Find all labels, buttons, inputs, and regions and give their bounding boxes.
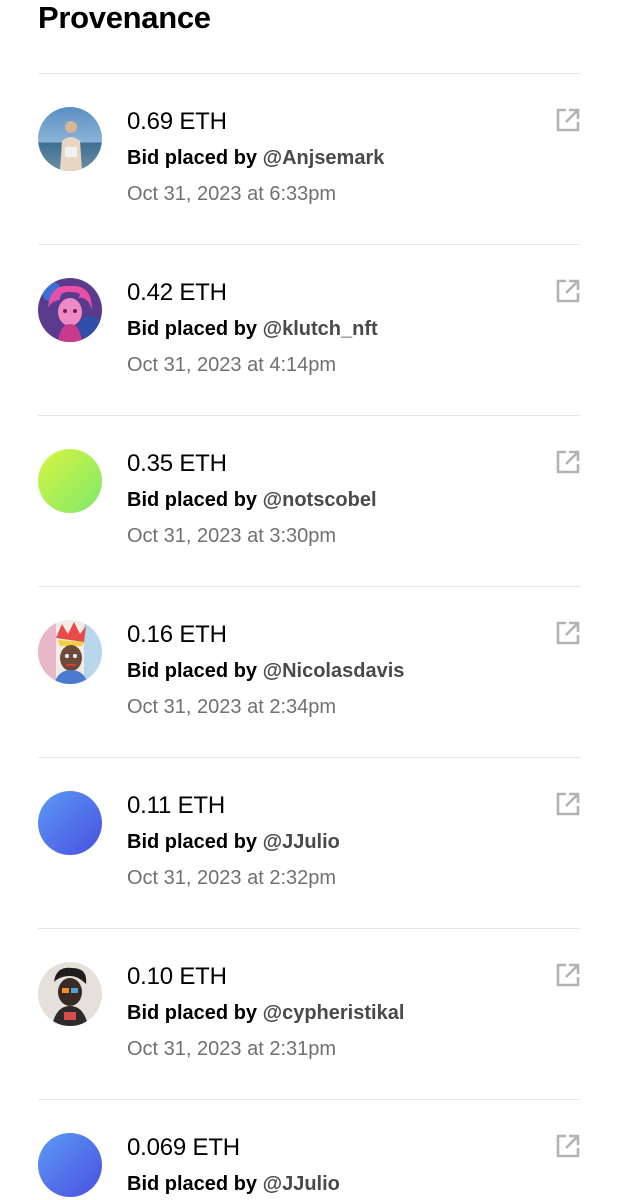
avatar-pink-hair-character-icon [38,278,102,342]
bid-date: Oct 31, 2023 at 4:14pm [127,354,337,376]
bidder-username[interactable]: @cypheristikal [263,1002,405,1024]
bid-prefix: Bid placed by [127,831,258,853]
avatar[interactable] [38,1133,102,1197]
avatar-lime-gradient-icon [38,449,102,513]
bid-line: Bid placed by @Nicolasdavis [127,658,404,684]
bid-amount: 0.16 ETH [127,621,227,648]
bid-prefix: Bid placed by [127,1002,258,1024]
external-link-icon [556,450,580,474]
avatar[interactable] [38,278,102,342]
bid-amount: 0.069 ETH [127,1134,240,1161]
bidder-username[interactable]: @JJulio [263,1173,340,1195]
bid-amount: 0.42 ETH [127,279,227,306]
page-title: Provenance [38,0,211,35]
bid-date: Oct 31, 2023 at 3:30pm [127,525,337,547]
provenance-entry: 0.42 ETH Bid placed by @klutch_nft Oct 3… [0,245,618,416]
external-link-icon [556,792,580,816]
bid-prefix: Bid placed by [127,660,258,682]
provenance-entry: 0.16 ETH Bid placed by @Nicolasdavis Oct… [0,587,618,758]
bidder-username[interactable]: @JJulio [263,831,340,853]
avatar-blue-gradient-icon [38,1133,102,1197]
bid-prefix: Bid placed by [127,147,258,169]
provenance-entry: 0.11 ETH Bid placed by @JJulio Oct 31, 2… [0,758,618,929]
avatar-dark-art-character-icon [38,962,102,1026]
provenance-entry: 0.10 ETH Bid placed by @cypheristikal Oc… [0,929,618,1100]
external-link-button[interactable] [554,448,582,476]
external-link-button[interactable] [554,790,582,818]
bidder-username[interactable]: @notscobel [263,489,377,511]
bidder-username[interactable]: @klutch_nft [263,318,378,340]
bid-line: Bid placed by @cypheristikal [127,1000,404,1026]
bid-prefix: Bid placed by [127,489,258,511]
provenance-entry: 0.069 ETH Bid placed by @JJulio [0,1100,618,1200]
external-link-button[interactable] [554,619,582,647]
bidder-username[interactable]: @Nicolasdavis [263,660,405,682]
avatar[interactable] [38,107,102,171]
external-link-button[interactable] [554,277,582,305]
bidder-username[interactable]: @Anjsemark [263,147,385,169]
avatar-blue-gradient-icon [38,791,102,855]
external-link-button[interactable] [554,1132,582,1160]
avatar-photo-man-beach-icon [38,107,102,171]
bid-date: Oct 31, 2023 at 2:31pm [127,1038,337,1060]
avatar[interactable] [38,620,102,684]
external-link-icon [556,108,580,132]
provenance-entry: 0.69 ETH Bid placed by @Anjsemark Oct 31… [0,74,618,245]
bid-line: Bid placed by @Anjsemark [127,145,384,171]
bid-amount: 0.11 ETH [127,792,225,819]
bid-amount: 0.35 ETH [127,450,227,477]
bid-amount: 0.69 ETH [127,108,227,135]
bid-date: Oct 31, 2023 at 2:32pm [127,867,337,889]
bid-prefix: Bid placed by [127,1173,258,1195]
bid-prefix: Bid placed by [127,318,258,340]
external-link-icon [556,279,580,303]
bid-line: Bid placed by @notscobel [127,487,377,513]
external-link-icon [556,1134,580,1158]
bid-line: Bid placed by @JJulio [127,1171,340,1197]
bid-date: Oct 31, 2023 at 2:34pm [127,696,337,718]
avatar[interactable] [38,449,102,513]
bid-line: Bid placed by @JJulio [127,829,340,855]
external-link-icon [556,621,580,645]
external-link-icon [556,963,580,987]
provenance-page: Provenance 0.69 ETH Bid placed by @Anjse… [0,0,618,1200]
bid-line: Bid placed by @klutch_nft [127,316,378,342]
avatar[interactable] [38,791,102,855]
avatar-colorful-art-face-icon [38,620,102,684]
avatar[interactable] [38,962,102,1026]
external-link-button[interactable] [554,961,582,989]
bid-amount: 0.10 ETH [127,963,227,990]
external-link-button[interactable] [554,106,582,134]
bid-date: Oct 31, 2023 at 6:33pm [127,183,337,205]
provenance-entry: 0.35 ETH Bid placed by @notscobel Oct 31… [0,416,618,587]
